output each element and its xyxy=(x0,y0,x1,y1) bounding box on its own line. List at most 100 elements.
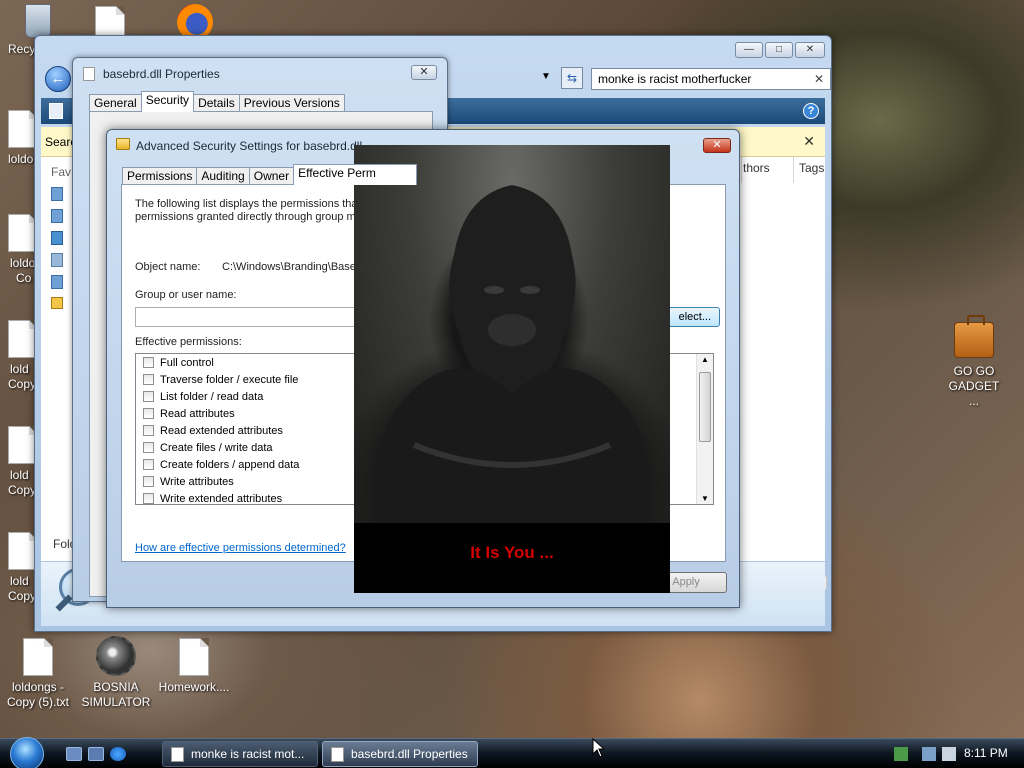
permission-row[interactable]: Write attributes xyxy=(143,473,234,490)
folder-icon xyxy=(116,138,130,150)
search-value: monke is racist motherfucker xyxy=(598,72,752,86)
tab-details[interactable]: Details xyxy=(193,94,240,112)
desktop-icon-homework[interactable]: Homework.... xyxy=(158,638,230,695)
permission-row[interactable]: Read extended attributes xyxy=(143,422,283,439)
desktop-icon-go-go-gadget[interactable]: GO GO GADGET ... xyxy=(938,315,1010,409)
column-header-tags[interactable]: Tags xyxy=(799,161,824,175)
desktop-icon-loldongs-5[interactable]: lold Copy xyxy=(0,532,38,604)
permission-row[interactable]: Write extended attributes xyxy=(143,490,283,505)
gorilla-silhouette xyxy=(372,185,652,523)
permission-checkbox[interactable] xyxy=(143,442,154,453)
search-input[interactable]: monke is racist motherfucker ✕ xyxy=(591,68,831,90)
permission-row[interactable]: Traverse folder / execute file xyxy=(143,371,298,388)
desktop-icon-label: lold xyxy=(10,574,29,588)
info-bar-close-icon[interactable]: ✕ xyxy=(803,133,815,150)
internet-explorer-icon[interactable] xyxy=(110,747,126,761)
refresh-icon[interactable]: ⇆ xyxy=(561,67,583,89)
permission-checkbox[interactable] xyxy=(143,493,154,504)
close-button[interactable]: ✕ xyxy=(411,65,437,80)
desktop-icon-bosnia-simulator[interactable]: BOSNIA SIMULATOR xyxy=(80,636,152,710)
nav-item-icon[interactable] xyxy=(51,231,63,245)
nav-item-icon[interactable] xyxy=(51,275,63,289)
scrollbar-thumb[interactable] xyxy=(699,372,711,442)
desktop-icon-loldongs-4[interactable]: lold Copy xyxy=(0,426,38,498)
effective-permissions-label: Effective permissions: xyxy=(135,336,242,348)
permission-label: Write extended attributes xyxy=(160,492,283,505)
tray-network-icon[interactable] xyxy=(922,747,936,761)
permission-label: Create files / write data xyxy=(160,441,273,454)
scroll-down-arrow-icon[interactable]: ▼ xyxy=(701,494,709,503)
maximize-button[interactable]: □ xyxy=(765,42,793,58)
permission-label: Traverse folder / execute file xyxy=(160,373,299,386)
advanced-tabs: Permissions Auditing Owner Effective Per… xyxy=(122,164,417,185)
permission-checkbox[interactable] xyxy=(143,476,154,487)
tray-volume-icon[interactable] xyxy=(942,747,956,761)
organize-icon[interactable] xyxy=(49,103,63,119)
column-divider xyxy=(741,157,742,183)
taskbar: monke is racist mot... basebrd.dll Prope… xyxy=(0,737,1024,768)
tab-permissions[interactable]: Permissions xyxy=(122,167,198,185)
permission-label: Read attributes xyxy=(160,407,235,420)
system-clock[interactable]: 8:11 PM xyxy=(964,746,1008,760)
permission-row[interactable]: Full control xyxy=(143,354,214,371)
help-icon[interactable]: ? xyxy=(803,103,819,119)
desktop-icon-label: loldo xyxy=(8,152,34,166)
effective-permissions-help-link[interactable]: How are effective permissions determined… xyxy=(135,542,346,554)
document-icon xyxy=(23,638,53,676)
tab-security[interactable]: Security xyxy=(140,91,195,112)
mine-icon xyxy=(96,636,136,676)
dialog-title: Advanced Security Settings for basebrd.d… xyxy=(136,139,363,153)
nav-item-folder-icon[interactable] xyxy=(51,297,63,309)
tab-owner[interactable]: Owner xyxy=(248,167,295,185)
object-name-value: C:\Windows\Branding\Base xyxy=(222,261,356,273)
gorilla-image xyxy=(354,145,670,523)
properties-tabs: General Security Details Previous Versio… xyxy=(89,91,345,112)
tab-general[interactable]: General xyxy=(89,94,142,112)
nav-item-icon[interactable] xyxy=(51,209,63,223)
search-window-icon xyxy=(171,747,184,762)
desktop-icon-loldongs-1[interactable]: loldo xyxy=(0,110,38,167)
start-button-icon[interactable] xyxy=(10,737,44,768)
column-header-authors[interactable]: thors xyxy=(743,161,770,175)
address-dropdown-arrow-icon[interactable]: ▼ xyxy=(541,71,551,82)
permission-label: Write attributes xyxy=(160,475,234,488)
close-button[interactable]: ✕ xyxy=(703,138,731,153)
taskbar-button-explorer[interactable]: monke is racist mot... xyxy=(162,741,318,767)
desktop-icon-label: Copy xyxy=(8,589,37,603)
permission-row[interactable]: List folder / read data xyxy=(143,388,263,405)
tray-network-icon[interactable] xyxy=(894,747,908,761)
nav-item-icon[interactable] xyxy=(51,187,63,201)
tab-effective-permissions[interactable]: Effective Perm xyxy=(293,164,417,185)
permission-checkbox[interactable] xyxy=(143,391,154,402)
show-desktop-icon[interactable] xyxy=(66,747,82,761)
permission-checkbox[interactable] xyxy=(143,459,154,470)
permission-checkbox[interactable] xyxy=(143,357,154,368)
switch-windows-icon[interactable] xyxy=(88,747,104,761)
permission-checkbox[interactable] xyxy=(143,425,154,436)
permission-row[interactable]: Create folders / append data xyxy=(143,456,299,473)
mouse-cursor-icon xyxy=(592,738,604,758)
vertical-scrollbar[interactable]: ▲ ▼ xyxy=(696,354,713,504)
permission-row[interactable]: Read attributes xyxy=(143,405,235,422)
tab-previous-versions[interactable]: Previous Versions xyxy=(238,94,345,112)
desktop-icon-loldongs-3[interactable]: lold Copy xyxy=(0,320,38,392)
desktop-icon-loldongs-2[interactable]: loldo Co xyxy=(0,214,38,286)
file-icon xyxy=(331,747,344,762)
permission-row[interactable]: Create files / write data xyxy=(143,439,273,456)
back-arrow-icon[interactable]: ← xyxy=(45,66,71,92)
group-label: Group or user name: xyxy=(135,289,237,301)
taskbar-button-properties[interactable]: basebrd.dll Properties xyxy=(322,741,478,767)
close-button[interactable]: ✕ xyxy=(795,42,825,58)
minimize-button[interactable]: — xyxy=(735,42,763,58)
nav-item-icon[interactable] xyxy=(51,253,63,267)
clear-search-icon[interactable]: ✕ xyxy=(814,72,824,86)
permission-checkbox[interactable] xyxy=(143,408,154,419)
desktop-icon-label: lold xyxy=(10,468,29,482)
permission-checkbox[interactable] xyxy=(143,374,154,385)
desktop-icon-loldongs-copy5[interactable]: loldongs - Copy (5).txt xyxy=(2,638,74,710)
desktop-icon-label: lold xyxy=(10,362,29,376)
permission-label: Create folders / append data xyxy=(160,458,300,471)
scroll-up-arrow-icon[interactable]: ▲ xyxy=(701,355,709,364)
column-divider xyxy=(793,157,794,183)
tab-auditing[interactable]: Auditing xyxy=(196,167,250,185)
